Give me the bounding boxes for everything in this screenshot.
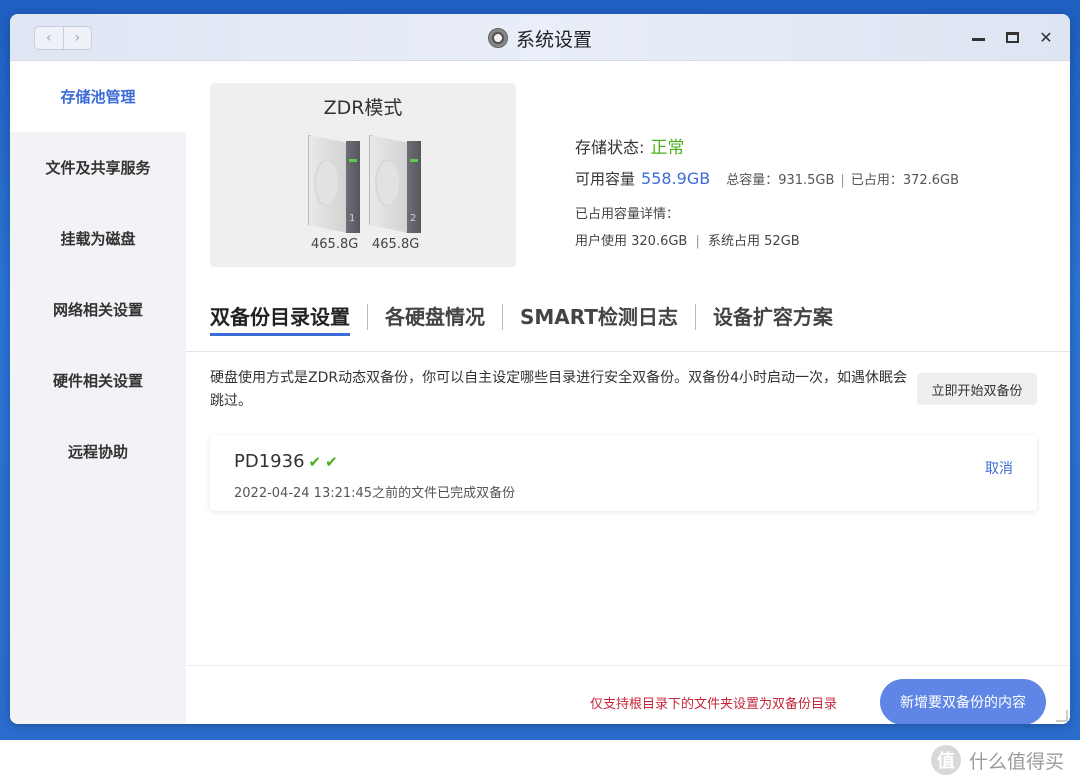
forward-button[interactable]: › bbox=[62, 27, 92, 49]
resize-grip[interactable] bbox=[1056, 710, 1068, 722]
tab-separator bbox=[502, 304, 503, 330]
disk-2-size: 465.8G bbox=[372, 237, 420, 252]
backup-item-status: 2022-04-24 13:21:45之前的文件已完成双备份 bbox=[234, 486, 516, 501]
storage-status-row: 存储状态: 正常 bbox=[575, 133, 959, 158]
storage-status-label: 存储状态: bbox=[575, 138, 645, 157]
maximize-button[interactable] bbox=[1002, 26, 1022, 48]
zdr-mode-title: ZDR模式 bbox=[323, 97, 403, 119]
check-icon: ✔ bbox=[308, 452, 322, 471]
watermark-text: 什么值得买 bbox=[968, 750, 1064, 773]
capacity-row: 可用容量 558.9GB 总容量：931.5GB | 已占用：372.6GB bbox=[575, 168, 959, 189]
total-capacity: 总容量：931.5GB bbox=[726, 173, 835, 188]
minimize-icon bbox=[971, 37, 985, 41]
main-content: ZDR模式 1 2 465.8G 465.8G 存储状态: 正常 可用容量 558… bbox=[186, 61, 1070, 724]
backup-item-card: PD1936 ✔ ✔ 2022-04-24 13:21:45之前的文件已完成双备… bbox=[210, 435, 1037, 511]
sidebar-item-mount-disk[interactable]: 挂载为磁盘 bbox=[10, 203, 186, 274]
tab-bar: 双备份目录设置 各硬盘情况 SMART检测日志 设备扩容方案 bbox=[210, 297, 833, 337]
close-icon: ✕ bbox=[1039, 27, 1053, 47]
used-capacity: 已占用：372.6GB bbox=[850, 173, 960, 188]
close-button[interactable]: ✕ bbox=[1036, 26, 1056, 48]
back-button[interactable]: ‹ bbox=[35, 27, 63, 49]
tab-separator bbox=[367, 304, 368, 330]
sidebar-item-storage-pool[interactable]: 存储池管理 bbox=[10, 61, 186, 132]
separator: | bbox=[695, 234, 700, 249]
tab-expansion[interactable]: 设备扩容方案 bbox=[713, 301, 833, 334]
cancel-link[interactable]: 取消 bbox=[985, 458, 1013, 478]
storage-status-value: 正常 bbox=[650, 138, 685, 158]
separator: | bbox=[840, 173, 845, 188]
title-bar: ‹ › 系统设置 ✕ bbox=[10, 14, 1070, 61]
tab-disk-status[interactable]: 各硬盘情况 bbox=[385, 301, 485, 334]
settings-app-icon bbox=[488, 28, 508, 48]
sidebar: 存储池管理 文件及共享服务 挂载为磁盘 网络相关设置 硬件相关设置 远程协助 bbox=[10, 61, 186, 724]
start-backup-button[interactable]: 立即开始双备份 bbox=[917, 373, 1037, 405]
footer-note: 仅支持根目录下的文件夹设置为双备份目录 bbox=[590, 697, 838, 712]
tabs-divider bbox=[186, 351, 1070, 352]
disk-1-number: 1 bbox=[349, 213, 356, 224]
tab-backup-dirs[interactable]: 双备份目录设置 bbox=[210, 301, 350, 336]
tab-smart-log[interactable]: SMART检测日志 bbox=[520, 301, 678, 334]
zdr-mode-card: ZDR模式 1 2 465.8G 465.8G bbox=[210, 83, 516, 267]
watermark: 值 什么值得买 bbox=[930, 743, 1064, 777]
disk-1-size: 465.8G bbox=[311, 237, 359, 252]
window-title-group: 系统设置 bbox=[488, 24, 592, 52]
maximize-icon bbox=[1005, 31, 1019, 43]
settings-window: ‹ › 系统设置 ✕ 存储池管理 文件及共享服务 挂载为磁盘 网络相关设置 硬件… bbox=[10, 14, 1070, 724]
disk-2-icon: 2 bbox=[369, 135, 421, 233]
used-detail-label: 已占用容量详情： bbox=[575, 207, 680, 222]
tab-separator bbox=[694, 304, 696, 330]
check-icon: ✔ bbox=[325, 452, 338, 471]
disk-2-number: 2 bbox=[410, 213, 417, 224]
watermark-logo-icon: 值 bbox=[930, 745, 961, 775]
used-detail-row: 用户使用 320.6GB | 系统占用 52GB bbox=[575, 230, 959, 249]
window-controls: ✕ bbox=[968, 26, 1056, 48]
user-usage: 用户使用 320.6GB bbox=[575, 234, 688, 249]
available-value: 558.9GB bbox=[641, 169, 711, 188]
window-title: 系统设置 bbox=[516, 28, 593, 51]
system-usage: 系统占用 52GB bbox=[708, 234, 800, 249]
add-backup-content-button[interactable]: 新增要双备份的内容 bbox=[880, 679, 1046, 724]
sidebar-item-remote-assist[interactable]: 远程协助 bbox=[10, 416, 186, 487]
footer-divider bbox=[186, 665, 1070, 666]
available-label: 可用容量 bbox=[575, 170, 636, 188]
backup-item-name: PD1936 bbox=[234, 451, 305, 472]
nav-buttons: ‹ › bbox=[34, 26, 92, 50]
minimize-button[interactable] bbox=[968, 26, 988, 48]
backup-item-title: PD1936 ✔ ✔ bbox=[234, 451, 338, 472]
sidebar-item-file-sharing[interactable]: 文件及共享服务 bbox=[10, 132, 186, 203]
disk-1-icon: 1 bbox=[308, 135, 360, 233]
backup-description: 硬盘使用方式是ZDR动态双备份，你可以自主设定哪些目录进行安全双备份。双备份4小… bbox=[210, 370, 908, 409]
storage-status-block: 存储状态: 正常 可用容量 558.9GB 总容量：931.5GB | 已占用：3… bbox=[575, 133, 959, 249]
sidebar-item-network[interactable]: 网络相关设置 bbox=[10, 274, 186, 345]
sidebar-item-hardware[interactable]: 硬件相关设置 bbox=[10, 345, 186, 416]
